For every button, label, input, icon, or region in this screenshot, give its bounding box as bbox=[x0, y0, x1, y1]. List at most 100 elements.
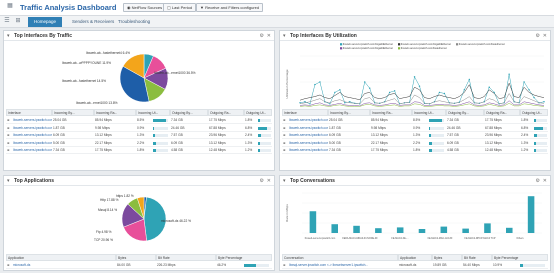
row-link[interactable]: lbxweb-servers.ipswitch.com... bbox=[12, 117, 52, 124]
row-link[interactable]: lbxweb-servers.ipswitch.com... bbox=[12, 147, 52, 154]
cell-text: 0.9% bbox=[413, 125, 421, 130]
close-icon[interactable]: ✕ bbox=[543, 32, 547, 40]
row-link[interactable]: lbxweb-servers.ipswitch.com... bbox=[12, 140, 52, 147]
column-header[interactable]: Application bbox=[6, 254, 116, 261]
row-link[interactable]: lbxweb-servers.ipswitch.com... bbox=[12, 125, 52, 132]
row-link[interactable]: lbxweb-servers.ipswitch.com/fastethernet… bbox=[288, 132, 328, 139]
data-point bbox=[364, 81, 366, 83]
utilization-bar bbox=[429, 149, 445, 152]
cell-text: microsoft-ds bbox=[399, 263, 417, 267]
column-header[interactable]: Interface bbox=[282, 109, 328, 116]
applications-table: Application Bytes Bit Rate Byte Percentage ⊕… bbox=[6, 254, 272, 272]
bar[interactable] bbox=[506, 227, 513, 233]
row-link[interactable]: lbxweb-servers.ipswitch.com/fastethernet… bbox=[288, 147, 328, 154]
column-header[interactable]: Outgoing Ut... bbox=[520, 109, 548, 116]
gear-icon[interactable]: ⚙ bbox=[536, 32, 540, 40]
cell-text: lbxweb-servers.ipswitch.com... bbox=[13, 125, 52, 130]
top-bar: ▦ Traffic Analysis Dashboard ◉ NetFlow S… bbox=[0, 0, 554, 16]
column-header[interactable]: Outgoing Ut... bbox=[244, 109, 272, 116]
cell-text: 6.09 GB bbox=[53, 133, 65, 137]
table-cell: 2.4% bbox=[520, 132, 548, 139]
column-header[interactable]: Outgoing By... bbox=[446, 109, 484, 116]
pie-label: https 1.82 % bbox=[116, 194, 134, 198]
bar[interactable] bbox=[440, 226, 448, 233]
last-period-button[interactable]: ▢ Last Period bbox=[163, 3, 197, 12]
close-icon[interactable]: ✕ bbox=[267, 177, 271, 185]
utilization-bar bbox=[153, 134, 169, 137]
column-header[interactable]: Application bbox=[398, 254, 432, 261]
table-cell: 85.94 Mbps bbox=[370, 117, 412, 124]
utilization-bar bbox=[534, 134, 547, 137]
data-point bbox=[334, 91, 336, 94]
utilization-bar-fill bbox=[153, 134, 155, 137]
row-link[interactable]: microsoft-ds bbox=[12, 262, 116, 269]
column-header[interactable]: Byte Percentage bbox=[492, 254, 548, 261]
data-point bbox=[369, 87, 371, 89]
add-widget-icon[interactable]: ⊞ bbox=[14, 18, 22, 25]
gear-icon[interactable]: ⚙ bbox=[260, 177, 264, 185]
column-header[interactable]: Incoming By... bbox=[328, 109, 370, 116]
bar[interactable] bbox=[309, 211, 317, 233]
row-link[interactable]: lbxweb-servers.ipswitch.com/GigabitEthe.… bbox=[288, 140, 328, 147]
panel-top-interfaces-traffic: ▾ Top Interfaces By Traffic ⚙ ✕ lbxweb-a… bbox=[3, 30, 275, 171]
column-header[interactable]: Bytes bbox=[116, 254, 156, 261]
data-point bbox=[463, 89, 466, 91]
collapse-icon[interactable]: ▾ bbox=[283, 32, 286, 40]
tab-troubleshooting[interactable]: Troubleshooting bbox=[112, 17, 156, 27]
close-icon[interactable]: ✕ bbox=[267, 32, 271, 40]
column-header[interactable]: Incoming Ut... bbox=[136, 109, 170, 116]
tab-homepage[interactable]: Homepage bbox=[28, 17, 63, 27]
bar[interactable] bbox=[396, 227, 404, 233]
gear-icon[interactable]: ⚙ bbox=[536, 177, 540, 185]
cell-text: 1.3% bbox=[137, 133, 145, 137]
table-cell: 67.88 Mbps bbox=[208, 125, 244, 132]
table-cell: 1.8% bbox=[412, 147, 446, 154]
column-header[interactable]: Outgoing By... bbox=[170, 109, 208, 116]
close-icon[interactable]: ✕ bbox=[543, 177, 547, 185]
table-cell: 67.88 Mbps bbox=[484, 125, 520, 132]
column-header[interactable]: Interface bbox=[6, 109, 52, 116]
utilization-bar bbox=[429, 134, 445, 137]
filters-button[interactable]: ▼ Receive and Filters configured bbox=[196, 3, 264, 12]
collapse-icon[interactable]: ▾ bbox=[283, 177, 286, 185]
bar[interactable] bbox=[353, 225, 360, 233]
table-cell: 7.57 GB bbox=[170, 132, 208, 139]
gear-icon[interactable]: ⚙ bbox=[260, 32, 264, 40]
cell-text: 1.8% bbox=[137, 148, 145, 152]
cell-text: 6.8% bbox=[521, 125, 529, 130]
bar[interactable] bbox=[462, 228, 469, 233]
data-point bbox=[388, 91, 391, 94]
menu-icon[interactable]: ☰ bbox=[3, 18, 11, 25]
column-header[interactable]: Incoming By... bbox=[52, 109, 94, 116]
column-header[interactable]: Outgoing Ra... bbox=[484, 109, 520, 116]
row-link[interactable]: lbxweb-servers.ipswitch.com... bbox=[12, 132, 52, 139]
collapse-icon[interactable]: ▾ bbox=[7, 32, 10, 40]
table-cell: 1.87 GB bbox=[328, 125, 370, 132]
collapse-icon[interactable]: ▾ bbox=[7, 177, 10, 185]
bar[interactable] bbox=[418, 229, 426, 233]
bar[interactable] bbox=[375, 228, 382, 233]
row-link[interactable]: lbxsql-server.ipswitch.com <-> lbxwebser… bbox=[288, 262, 398, 269]
column-header[interactable]: Bit Rate bbox=[156, 254, 216, 261]
column-header[interactable]: Bit Rate bbox=[462, 254, 492, 261]
netflow-sources-button[interactable]: ◉ NetFlow Sources bbox=[123, 3, 167, 12]
table-cell: 13.12 Mbps bbox=[208, 140, 244, 147]
column-header[interactable]: Incoming Ut... bbox=[412, 109, 446, 116]
column-header[interactable]: Bytes bbox=[432, 254, 462, 261]
table-cell: 22.17 Mbps bbox=[370, 140, 412, 147]
filters-label: Receive and Filters configured bbox=[205, 5, 260, 10]
row-link[interactable]: lbxweb-servers.ipswitch.com/GigabitEthe.… bbox=[288, 125, 328, 132]
cell-text: 6.09 GB bbox=[447, 140, 459, 145]
column-header[interactable]: Incoming Ra... bbox=[94, 109, 136, 116]
cell-text: lbxweb-servers.ipswitch.com/GigabitEthe.… bbox=[289, 125, 328, 130]
bar[interactable] bbox=[484, 223, 491, 233]
column-header[interactable]: Incoming Ra... bbox=[370, 109, 412, 116]
row-link[interactable]: lbxweb-servers.ipswitch.com/GigabitEthe.… bbox=[288, 117, 328, 124]
column-header[interactable]: Outgoing Ra... bbox=[208, 109, 244, 116]
series-line bbox=[299, 74, 545, 105]
bar[interactable] bbox=[331, 224, 338, 233]
column-header[interactable]: Conversation bbox=[282, 254, 398, 261]
cell-text: 8.5% bbox=[137, 118, 145, 122]
bar[interactable] bbox=[527, 196, 535, 233]
column-header[interactable]: Byte Percentage bbox=[216, 254, 272, 261]
